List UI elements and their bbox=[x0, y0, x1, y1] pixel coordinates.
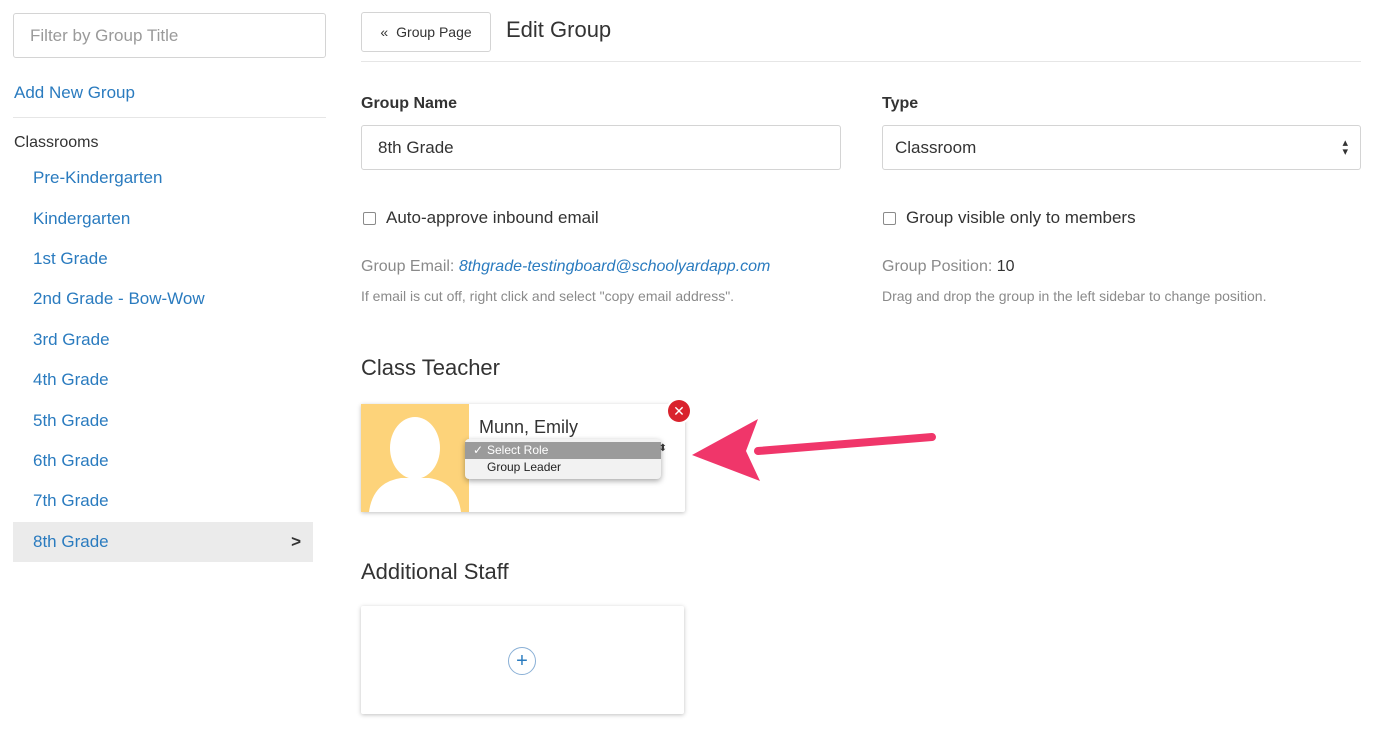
teacher-name: Munn, Emily bbox=[479, 417, 579, 437]
sidebar-item-label: 8th Grade bbox=[33, 531, 109, 551]
sidebar-item-label: Kindergarten bbox=[33, 208, 131, 228]
group-name-label: Group Name bbox=[361, 95, 458, 112]
position-hint: Drag and drop the group in the left side… bbox=[882, 288, 1267, 304]
role-option-label: Group Leader bbox=[487, 460, 562, 474]
remove-teacher-icon[interactable]: ✕ bbox=[668, 400, 690, 422]
person-silhouette-icon bbox=[369, 417, 461, 512]
group-position-line: Group Position: 10 bbox=[882, 258, 1015, 276]
sidebar-item-2nd-grade[interactable]: 2nd Grade - Bow-Wow bbox=[13, 279, 313, 319]
sidebar-item-8th-grade[interactable]: 8th Grade > bbox=[13, 521, 313, 562]
sidebar-item-label: 5th Grade bbox=[33, 410, 109, 430]
class-teacher-title: Class Teacher bbox=[361, 355, 500, 380]
visible-members-row: Group visible only to members bbox=[883, 208, 1136, 228]
auto-approve-checkbox[interactable] bbox=[363, 211, 376, 225]
type-select-value: Classroom bbox=[895, 137, 977, 157]
group-position-label: Group Position: bbox=[882, 258, 993, 275]
sidebar-divider bbox=[13, 117, 326, 118]
select-arrows-icon: ⬍ bbox=[658, 443, 667, 454]
page-title: Edit Group bbox=[506, 17, 612, 42]
add-staff-plus-icon[interactable]: + bbox=[508, 647, 536, 675]
group-email-label: Group Email: bbox=[361, 258, 455, 275]
sidebar-item-3rd-grade[interactable]: 3rd Grade bbox=[13, 320, 313, 360]
sidebar: Add New Group Classrooms Pre-Kindergarte… bbox=[0, 0, 330, 740]
chevron-right-icon: > bbox=[291, 531, 301, 551]
visible-members-label: Group visible only to members bbox=[906, 208, 1136, 227]
role-dropdown-menu[interactable]: ✓ Select Role Group Leader ⬍ bbox=[465, 439, 667, 479]
annotation-arrow-icon bbox=[692, 419, 936, 481]
type-label: Type bbox=[882, 95, 919, 112]
sidebar-item-5th-grade[interactable]: 5th Grade bbox=[13, 400, 313, 440]
sidebar-item-label: 2nd Grade - Bow-Wow bbox=[33, 289, 205, 309]
sidebar-item-1st-grade[interactable]: 1st Grade bbox=[13, 239, 313, 279]
classrooms-heading: Classrooms bbox=[14, 134, 99, 151]
role-option-select-role[interactable]: ✓ Select Role bbox=[465, 442, 661, 459]
email-hint: If email is cut off, right click and sel… bbox=[361, 288, 735, 304]
sidebar-item-label: 4th Grade bbox=[33, 370, 109, 390]
sidebar-item-label: 6th Grade bbox=[33, 450, 109, 470]
sidebar-item-label: 3rd Grade bbox=[33, 329, 110, 349]
double-chevron-left-icon: « bbox=[380, 24, 389, 40]
role-option-group-leader[interactable]: Group Leader bbox=[465, 459, 661, 476]
group-page-back-button[interactable]: « Group Page bbox=[361, 12, 491, 52]
type-select[interactable]: Classroom ▴ ▾ bbox=[882, 125, 1361, 170]
filter-group-input[interactable] bbox=[13, 13, 326, 58]
sidebar-item-label: 1st Grade bbox=[33, 248, 108, 268]
group-name-input[interactable] bbox=[361, 125, 841, 170]
sidebar-item-7th-grade[interactable]: 7th Grade bbox=[13, 481, 313, 521]
teacher-card: Munn, Emily ✕ ✓ Select Role Group Leader … bbox=[361, 400, 690, 512]
add-new-group-link[interactable]: Add New Group bbox=[14, 83, 135, 103]
visible-members-checkbox[interactable] bbox=[883, 211, 896, 225]
main-content: « Group Page Edit Group Group Name Type … bbox=[361, 0, 1361, 740]
group-list: Pre-Kindergarten Kindergarten 1st Grade … bbox=[13, 158, 313, 562]
group-email-link[interactable]: 8thgrade-testingboard@schoolyardapp.com bbox=[459, 258, 771, 275]
auto-approve-row: Auto-approve inbound email bbox=[363, 208, 599, 228]
auto-approve-label: Auto-approve inbound email bbox=[386, 208, 599, 227]
select-arrows-icon: ▴ ▾ bbox=[1342, 136, 1348, 158]
sidebar-item-kindergarten[interactable]: Kindergarten bbox=[13, 198, 313, 238]
sidebar-item-4th-grade[interactable]: 4th Grade bbox=[13, 360, 313, 400]
sidebar-item-label: Pre-Kindergarten bbox=[33, 168, 163, 188]
group-email-line: Group Email: 8thgrade-testingboard@schoo… bbox=[361, 258, 770, 276]
role-option-label: Select Role bbox=[487, 443, 549, 457]
back-button-label: Group Page bbox=[396, 24, 472, 40]
additional-staff-card: + bbox=[361, 606, 684, 714]
avatar bbox=[361, 404, 469, 512]
group-position-value: 10 bbox=[996, 258, 1015, 275]
additional-staff-title: Additional Staff bbox=[361, 559, 509, 584]
header-divider bbox=[361, 61, 1361, 62]
sidebar-item-6th-grade[interactable]: 6th Grade bbox=[13, 441, 313, 481]
sidebar-item-label: 7th Grade bbox=[33, 491, 109, 511]
check-icon: ✓ bbox=[473, 443, 484, 457]
sidebar-item-pre-kindergarten[interactable]: Pre-Kindergarten bbox=[13, 158, 313, 198]
